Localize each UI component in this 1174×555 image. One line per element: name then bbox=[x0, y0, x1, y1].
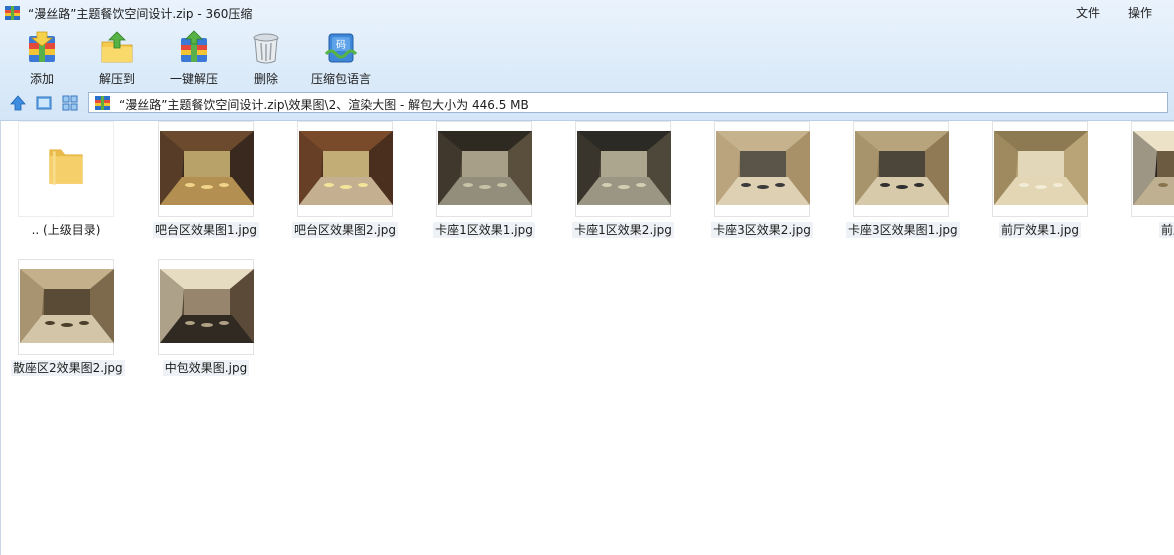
file-name-text: 中包效果图.jpg bbox=[162, 360, 250, 376]
file-name-text: 散座区2效果图2.jpg bbox=[11, 360, 125, 376]
thumbnail-frame bbox=[158, 121, 254, 217]
image-thumbnail bbox=[160, 269, 254, 343]
thumbnail-frame bbox=[992, 121, 1088, 217]
file-name: 卡座1区效果2.jpg bbox=[568, 221, 678, 238]
file-name-text: 前厅效果1.jpg bbox=[998, 222, 1082, 238]
image-thumbnail bbox=[1133, 131, 1174, 205]
file-name: .. (上级目录) bbox=[11, 221, 121, 238]
thumbnail-frame bbox=[297, 121, 393, 217]
image-thumbnail bbox=[160, 131, 254, 205]
file-name-text: 卡座1区效果2.jpg bbox=[572, 222, 674, 238]
file-name-text: 卡座3区效果2.jpg bbox=[711, 222, 813, 238]
archive-icon bbox=[95, 96, 110, 110]
thumbnail-frame bbox=[158, 259, 254, 355]
archive-app-icon bbox=[5, 6, 20, 20]
window-chrome: “漫丝路”主题餐饮空间设计.zip - 360压缩 文件 操作 添加 解压到 一… bbox=[0, 0, 1174, 121]
add-archive-icon bbox=[29, 31, 55, 62]
image-thumbnail bbox=[438, 131, 532, 205]
file-item[interactable]: 卡座3区效果2.jpg bbox=[707, 121, 817, 251]
thumbnail-frame bbox=[575, 121, 671, 217]
thumbnail-frame bbox=[853, 121, 949, 217]
parent-folder-item[interactable]: .. (上级目录) bbox=[11, 121, 121, 251]
archive-language-button[interactable]: 码 压缩包语言 bbox=[305, 28, 377, 88]
delete-label: 删除 bbox=[253, 72, 278, 86]
image-thumbnail bbox=[994, 131, 1088, 205]
folder-icon bbox=[49, 149, 83, 185]
file-item[interactable]: 前厅效果1.jpg bbox=[985, 121, 1095, 251]
image-thumbnail bbox=[577, 131, 671, 205]
one-key-extract-label: 一键解压 bbox=[169, 72, 218, 86]
window-title: “漫丝路”主题餐饮空间设计.zip - 360压缩 bbox=[28, 7, 253, 21]
extract-to-button[interactable]: 解压到 bbox=[88, 28, 146, 88]
file-name: 中包效果图.jpg bbox=[151, 359, 261, 376]
thumbnail-frame bbox=[714, 121, 810, 217]
file-name: 卡座3区效果图1.jpg bbox=[846, 221, 960, 238]
title-bar: “漫丝路”主题餐饮空间设计.zip - 360压缩 文件 操作 bbox=[0, 0, 1174, 26]
file-name-text: 卡座1区效果1.jpg bbox=[433, 222, 535, 238]
encoding-icon: 码 bbox=[324, 33, 358, 63]
file-name-text: 前厅效 bbox=[1158, 222, 1174, 238]
navigation-bar: “漫丝路”主题餐饮空间设计.zip\效果图\2、渲染大图 - 解包大小为 446… bbox=[0, 91, 1174, 116]
delete-button[interactable]: 删除 bbox=[240, 28, 292, 88]
large-icons-view-icon[interactable] bbox=[35, 94, 53, 112]
file-item[interactable]: 散座区2效果图2.jpg bbox=[11, 259, 125, 389]
one-key-extract-button[interactable]: 一键解压 bbox=[162, 28, 226, 88]
file-item[interactable]: 卡座3区效果图1.jpg bbox=[846, 121, 960, 251]
file-item[interactable]: 中包效果图.jpg bbox=[151, 259, 261, 389]
small-icons-view-icon[interactable] bbox=[61, 94, 79, 112]
file-name: 卡座1区效果1.jpg bbox=[429, 221, 539, 238]
trash-can-icon bbox=[253, 33, 279, 64]
file-name: 前厅效 bbox=[1124, 221, 1174, 238]
image-thumbnail bbox=[20, 269, 114, 343]
file-name-text: .. (上级目录) bbox=[31, 223, 101, 237]
extract-to-label: 解压到 bbox=[98, 72, 135, 86]
thumbnail-frame bbox=[436, 121, 532, 217]
svg-text:码: 码 bbox=[336, 39, 346, 51]
file-item[interactable]: 吧台区效果图2.jpg bbox=[290, 121, 400, 251]
file-name-text: 吧台区效果图2.jpg bbox=[291, 222, 399, 238]
toolbar: 添加 解压到 一键解压 删除 码 压缩包语言 bbox=[0, 28, 1174, 90]
file-item[interactable]: 前厅效 bbox=[1124, 121, 1174, 251]
file-name-text: 吧台区效果图1.jpg bbox=[152, 222, 260, 238]
one-key-extract-icon bbox=[181, 30, 207, 62]
archive-language-label: 压缩包语言 bbox=[310, 72, 371, 86]
file-item[interactable]: 卡座1区效果1.jpg bbox=[429, 121, 539, 251]
thumbnail-frame bbox=[18, 121, 114, 217]
image-thumbnail bbox=[299, 131, 393, 205]
menu-operations[interactable]: 操作 bbox=[1128, 4, 1152, 21]
add-label: 添加 bbox=[29, 72, 54, 86]
add-button[interactable]: 添加 bbox=[15, 28, 69, 88]
file-item[interactable]: 吧台区效果图1.jpg bbox=[151, 121, 261, 251]
file-name: 散座区2效果图2.jpg bbox=[11, 359, 125, 376]
thumbnail-frame bbox=[18, 259, 114, 355]
address-path: “漫丝路”主题餐饮空间设计.zip\效果图\2、渲染大图 - 解包大小为 446… bbox=[119, 98, 529, 112]
file-name: 前厅效果1.jpg bbox=[985, 221, 1095, 238]
menu-file[interactable]: 文件 bbox=[1076, 4, 1100, 21]
file-name: 吧台区效果图2.jpg bbox=[290, 221, 400, 238]
file-list[interactable]: .. (上级目录) 吧台区效果图1.jpg 吧台区效果图2.jpg 卡座1区效果1.j… bbox=[0, 121, 1174, 555]
thumbnail-frame bbox=[1131, 121, 1174, 217]
up-arrow-icon[interactable] bbox=[9, 94, 27, 112]
address-bar[interactable]: “漫丝路”主题餐饮空间设计.zip\效果图\2、渲染大图 - 解包大小为 446… bbox=[88, 92, 1168, 113]
image-thumbnail bbox=[716, 131, 810, 205]
image-thumbnail bbox=[855, 131, 949, 205]
extract-folder-icon bbox=[101, 31, 133, 63]
file-name-text: 卡座3区效果图1.jpg bbox=[846, 222, 960, 238]
file-name: 卡座3区效果2.jpg bbox=[707, 221, 817, 238]
file-item[interactable]: 卡座1区效果2.jpg bbox=[568, 121, 678, 251]
file-name: 吧台区效果图1.jpg bbox=[151, 221, 261, 238]
